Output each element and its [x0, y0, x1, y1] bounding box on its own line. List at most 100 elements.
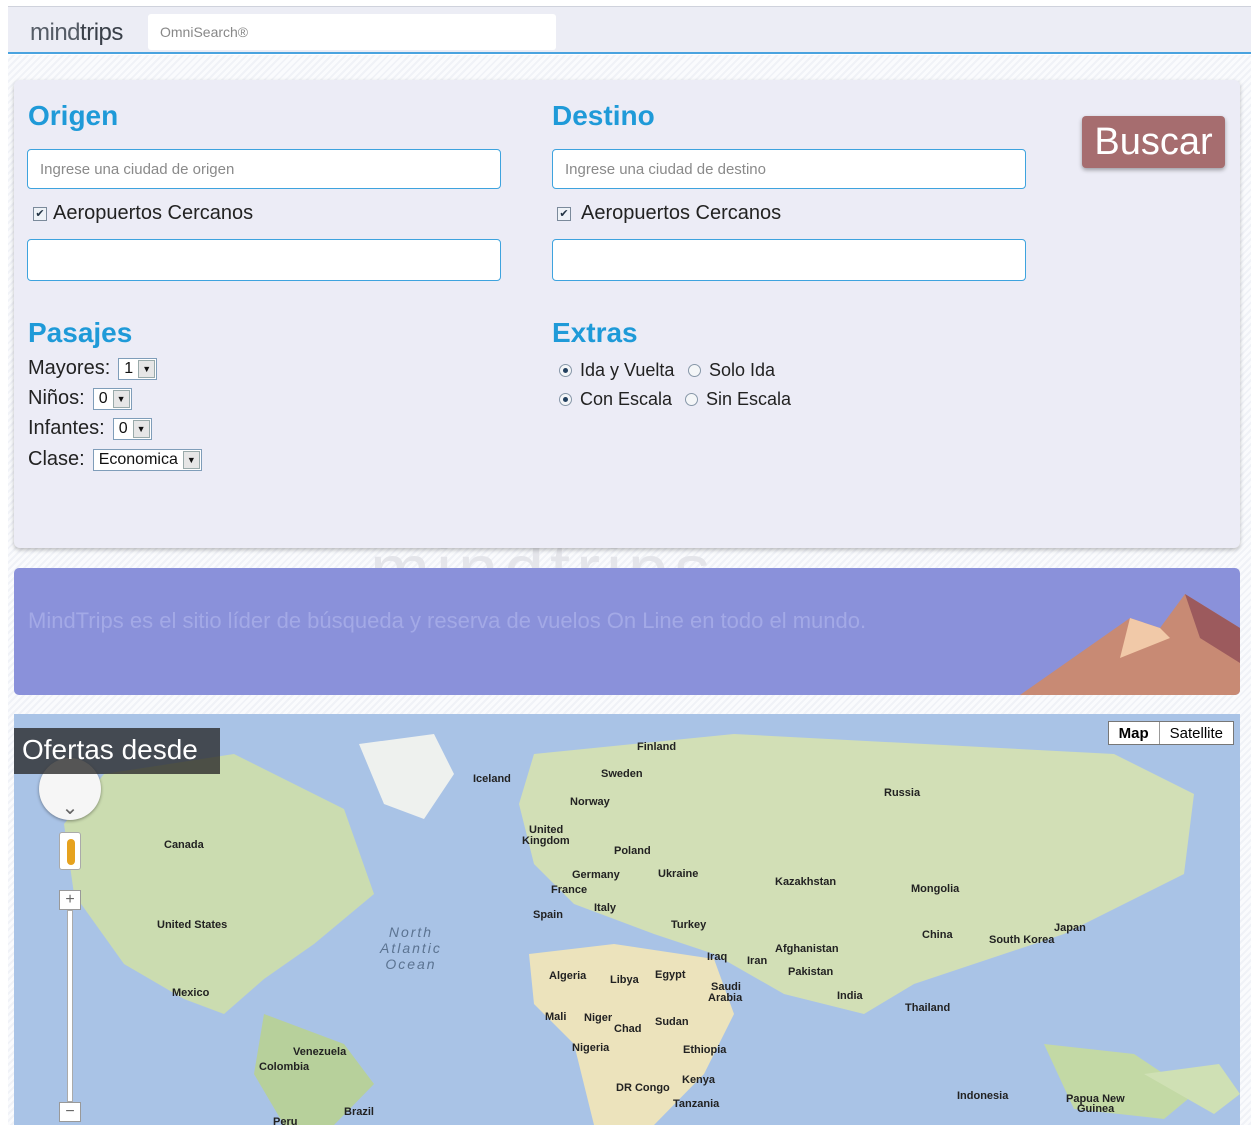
destination-nearby-checkbox[interactable]: ✔ Aeropuertos Cercanos: [557, 202, 781, 225]
map-label: Sudan: [655, 1016, 689, 1028]
map-label: Norway: [570, 796, 610, 808]
map-label: Chad: [614, 1023, 642, 1035]
map-label: Italy: [594, 902, 617, 914]
chevron-down-icon: ▼: [112, 389, 130, 408]
round-trip-radio[interactable]: Ida y Vuelta: [559, 360, 674, 381]
map-label: Turkey: [671, 919, 707, 931]
map-label: Iceland: [473, 773, 511, 785]
adults-select[interactable]: 1 ▼: [118, 357, 158, 380]
map-label: Thailand: [905, 1002, 951, 1014]
world-map[interactable]: Finland Iceland Sweden Norway Russia Uni…: [14, 714, 1240, 1125]
zoom-out-button[interactable]: −: [59, 1102, 81, 1122]
map-label: Guinea: [1077, 1103, 1115, 1115]
map-label: Venezuela: [293, 1046, 347, 1058]
street-view-pegman-icon[interactable]: [59, 832, 81, 870]
map-label: Afghanistan: [775, 943, 839, 955]
with-stops-radio[interactable]: Con Escala: [559, 389, 672, 410]
radio-selected-icon: [559, 364, 572, 377]
nonstop-label: Sin Escala: [706, 389, 792, 409]
map-label: Mexico: [172, 987, 210, 999]
origin-nearby-checkbox[interactable]: ✔ Aeropuertos Cercanos: [33, 202, 253, 225]
zoom-slider-track[interactable]: [67, 910, 73, 1102]
map-label: Kingdom: [522, 835, 570, 847]
ocean-label-line: North: [388, 924, 434, 940]
map-label: Brazil: [344, 1106, 374, 1118]
origin-airport-select[interactable]: [27, 239, 501, 281]
map-label: Canada: [164, 839, 204, 851]
one-way-radio[interactable]: Solo Ida: [688, 360, 775, 381]
map-type-satellite-button[interactable]: Satellite: [1160, 722, 1233, 744]
destination-heading: Destino: [552, 100, 655, 131]
zoom-in-button[interactable]: +: [59, 890, 81, 910]
infants-label: Infantes:: [28, 417, 105, 439]
infants-row: Infantes: 0 ▼: [28, 417, 152, 440]
infants-value: 0: [118, 419, 128, 437]
logo-light-text: mind: [30, 19, 81, 46]
chevron-down-icon: ▼: [132, 419, 150, 438]
map-label: India: [837, 990, 863, 1002]
promo-banner: MindTrips es el sitio líder de búsqueda …: [14, 568, 1240, 695]
ocean-label-line: Ocean: [385, 956, 437, 972]
map-label: Mali: [545, 1011, 567, 1023]
chevron-down-icon: ▼: [182, 450, 200, 469]
mountain-image: [1020, 594, 1240, 695]
map-label: Indonesia: [957, 1090, 1009, 1102]
map-label: Ukraine: [658, 868, 699, 880]
offers-title: Ofertas desde: [14, 728, 220, 774]
banner-message: MindTrips es el sitio líder de búsqueda …: [28, 608, 867, 633]
passengers-heading: Pasajes: [28, 317, 133, 348]
chevron-down-icon: ⌄: [61, 797, 79, 819]
ocean-label: North Atlantic Ocean: [380, 924, 442, 972]
map-label: Sweden: [601, 768, 643, 780]
map-label: Russia: [884, 787, 921, 799]
map-label: France: [551, 884, 588, 896]
top-bar: mindtrips: [8, 6, 1251, 54]
map-type-control: Map Satellite: [1107, 721, 1234, 745]
map-type-map-button[interactable]: Map: [1109, 722, 1160, 744]
destination-nearby-label: Aeropuertos Cercanos: [581, 202, 782, 224]
map-label: DR Congo: [616, 1082, 670, 1094]
map-label: Ethiopia: [683, 1044, 727, 1056]
destination-airport-select[interactable]: [552, 239, 1026, 281]
class-row: Clase: Economica ▼: [28, 448, 202, 471]
ocean-label-line: Atlantic: [380, 940, 442, 956]
origin-input[interactable]: [27, 149, 501, 189]
map-label: Mongolia: [911, 883, 960, 895]
origin-heading: Origen: [28, 100, 119, 131]
radio-empty-icon: [688, 364, 701, 377]
class-label: Clase:: [28, 448, 85, 470]
infants-select[interactable]: 0 ▼: [112, 417, 152, 440]
map-label: Algeria: [549, 970, 587, 982]
nonstop-radio[interactable]: Sin Escala: [685, 389, 791, 410]
checkbox-check-icon: ✔: [33, 206, 47, 221]
map-label: Iraq: [707, 951, 728, 963]
destination-input[interactable]: [552, 149, 1026, 189]
children-value: 0: [98, 389, 108, 407]
mindtrips-logo[interactable]: mindtrips: [30, 19, 123, 47]
map-label: United States: [157, 919, 228, 931]
map-label: Spain: [533, 909, 563, 921]
map-label: South Korea: [989, 934, 1055, 946]
with-stops-label: Con Escala: [580, 389, 673, 409]
search-button[interactable]: Buscar: [1082, 116, 1225, 168]
map-label: Libya: [610, 974, 639, 986]
map-label: Arabia: [708, 992, 743, 1004]
omnisearch-input[interactable]: [148, 14, 556, 50]
one-way-label: Solo Ida: [709, 360, 776, 380]
map-label: Niger: [584, 1012, 613, 1024]
checkbox-check-icon: ✔: [557, 206, 571, 221]
round-trip-label: Ida y Vuelta: [580, 360, 675, 380]
map-label: Poland: [614, 845, 651, 857]
extras-heading: Extras: [552, 317, 638, 348]
children-select[interactable]: 0 ▼: [92, 387, 132, 410]
logo-bold-text: trips: [80, 19, 123, 46]
class-select[interactable]: Economica ▼: [92, 448, 202, 471]
map-label: Japan: [1054, 922, 1086, 934]
radio-empty-icon: [685, 393, 698, 406]
map-label: Iran: [747, 955, 768, 967]
adults-value: 1: [124, 359, 134, 377]
map-label: Kenya: [682, 1074, 716, 1086]
class-value: Economica: [98, 450, 178, 468]
map-label: Tanzania: [673, 1098, 720, 1110]
children-label: Niños:: [28, 387, 85, 409]
